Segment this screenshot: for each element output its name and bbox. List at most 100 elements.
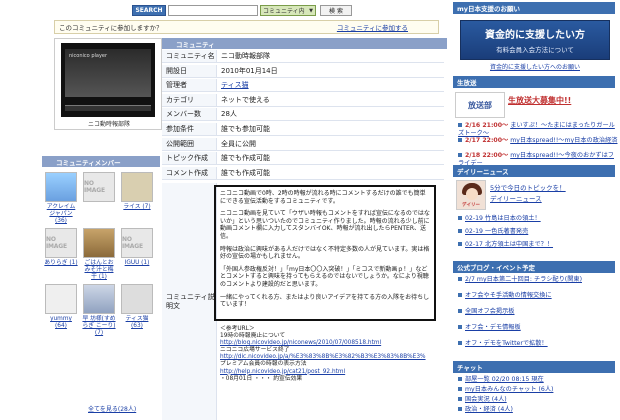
chat-item-text[interactable]: my日本みんなのチャット (6人) — [465, 386, 553, 393]
member-name[interactable]: IGUU (1) — [120, 260, 154, 267]
member-cell[interactable]: ティス猫 (63) — [120, 284, 154, 334]
member-avatar[interactable] — [45, 284, 77, 314]
chat-item[interactable]: 国会実況 (4人) — [458, 396, 618, 404]
event-item-text[interactable]: オフ会やそ手活動の情報交換に — [465, 292, 552, 299]
info-row: 参加条件 誰でも参加可能 — [162, 123, 444, 136]
member-avatar[interactable] — [121, 284, 153, 314]
event-item-text[interactable]: オフ会・デモ情報板 — [465, 324, 521, 331]
info-value: 28人 — [221, 110, 237, 119]
chat-header: チャット — [453, 361, 615, 373]
schedule-title[interactable]: my日本spread!!～my日本の政治経済 — [510, 137, 617, 144]
chat-item-text[interactable]: 国会実況 (4人) — [465, 396, 507, 403]
member-avatar[interactable]: NO IMAGE — [121, 228, 153, 258]
event-item[interactable]: オフ・デモをTwitterで拡散！ — [458, 340, 618, 348]
info-value: ニコ動時報部隊 — [221, 52, 270, 60]
event-item-text[interactable]: オフ・デモをTwitterで拡散！ — [465, 340, 548, 347]
info-key: 参加条件 — [162, 123, 217, 135]
all-members-link[interactable]: 全てを見る(28人) — [88, 404, 136, 413]
search-submit-button[interactable]: 検 索 — [320, 5, 352, 16]
info-key: 公開範囲 — [162, 137, 217, 150]
bullet-icon — [458, 407, 462, 411]
daily-news-item[interactable]: 02-19 竹島は日本の領土！ — [458, 215, 618, 223]
info-key: 管理者 — [162, 79, 217, 92]
banner-subtitle: 有料会員入会方法について — [496, 46, 574, 54]
join-question: このコミュニティに参加しますか？ — [59, 24, 163, 32]
chat-item-text[interactable]: 部屋一覧 02/20 08:15 現在 — [465, 376, 544, 383]
live-logo[interactable]: 放送部 — [455, 92, 505, 118]
bullet-icon — [458, 242, 462, 246]
community-thumbnail-box: niconico player ニコ動時報部隊 — [54, 38, 162, 130]
member-name[interactable]: 早 坊様(すめらぎ こーり) (7) — [82, 316, 116, 337]
event-item[interactable]: 全国オフ会掲示板 — [458, 308, 618, 316]
member-name[interactable]: アクレイムジャパン (36) — [44, 204, 78, 225]
daily-news-link[interactable]: デイリーニュース — [490, 193, 542, 203]
member-cell[interactable]: ライス (7) — [120, 172, 154, 222]
reference-text: ニコニコ広場サービス終了 — [220, 347, 290, 354]
live-schedule-item[interactable]: 2/16 21:00～ まいすぷ！～たまにはまったりガールズトーク～ — [458, 122, 618, 137]
member-avatar[interactable] — [83, 228, 115, 258]
search-input[interactable] — [168, 5, 258, 16]
member-cell[interactable]: NO IMAGE — [82, 172, 116, 222]
event-item[interactable]: 2/7 my日本第二十回目: チラシ配り(関東) — [458, 276, 618, 284]
reference-url[interactable]: http://help.nicovideo.jp/cat21/post_92.h… — [220, 369, 438, 376]
no-image-label: NO IMAGE — [46, 236, 67, 250]
live-schedule-item[interactable]: 2/17 22:00～ my日本spread!!～my日本の政治経済 — [458, 137, 618, 145]
reference-text: プレミアム会員の時報の表示方法 — [220, 361, 307, 368]
bullet-icon — [458, 123, 462, 127]
bullet-icon — [458, 229, 462, 233]
reference-text: ・08月01日 ・・・ 約宣伝効果 — [220, 375, 303, 382]
description-paragraph: 一緒にやってくれる方、またはより良いアイデアを持てる方の入隊をお待ちしています！ — [220, 293, 430, 309]
member-name[interactable]: ありらぎ (1) — [44, 260, 78, 267]
search-scope-select[interactable]: コミュニティ内 ▼ — [260, 5, 316, 16]
chat-item[interactable]: my日本みんなのチャット (6人) — [458, 386, 618, 394]
event-item-text[interactable]: 2/7 my日本第二十回目: チラシ配り(関東) — [465, 276, 582, 283]
event-item[interactable]: オフ会・デモ情報板 — [458, 324, 618, 332]
daily-news-item-text[interactable]: 02-17 北方領土は中国まで？！ — [465, 241, 553, 248]
info-value[interactable]: ティス猫 — [217, 80, 249, 90]
community-image[interactable]: niconico player — [61, 43, 155, 117]
daily-news-avatar-label: デイリー — [462, 203, 480, 208]
event-item-text[interactable]: 全国オフ会掲示板 — [465, 308, 515, 315]
info-key: コミュニティ名 — [162, 50, 217, 62]
chat-item[interactable]: 政治・経済 (4人) — [458, 406, 618, 414]
bullet-icon — [458, 138, 462, 142]
daily-news-item-text[interactable]: 02-19 竹島は日本の領土！ — [465, 215, 541, 222]
search-label-button[interactable]: SEARCH — [132, 5, 166, 16]
member-avatar[interactable]: NO IMAGE — [83, 172, 115, 202]
member-name[interactable]: ティス猫 (63) — [120, 316, 154, 330]
join-community-link[interactable]: コミュニティに参加する — [337, 22, 408, 32]
join-bar: このコミュニティに参加しますか？ コミュニティに参加する — [54, 20, 439, 34]
banner-title: 資金的に支援したい方 — [485, 30, 585, 41]
member-cell[interactable]: 早 坊様(すめらぎ こーり) (7) — [82, 284, 116, 337]
daily-news-item[interactable]: 02-19 一色氏著書発売 — [458, 228, 618, 236]
description-label: コミュニティ説明文 — [162, 183, 217, 420]
chat-item-text[interactable]: 政治・経済 (4人) — [465, 406, 513, 413]
info-value: 全員に公開 — [221, 139, 256, 148]
no-image-label: NO IMAGE — [84, 180, 105, 194]
member-cell[interactable]: アクレイムジャパン (36) — [44, 172, 78, 225]
member-cell[interactable]: NO IMAGE ありらぎ (1) — [44, 228, 78, 278]
description-box: ニコニコ動画で0時、2時の時報が流れる時にコメントするだけの誰でも簡単にできる宣… — [214, 185, 436, 321]
daily-news-item-text[interactable]: 02-19 一色氏著書発売 — [465, 228, 528, 235]
daily-news-tagline[interactable]: 5分で今日のトピックを！ — [490, 182, 566, 192]
member-name[interactable]: ライス (7) — [120, 204, 154, 211]
member-cell[interactable]: yummy (64) — [44, 284, 78, 334]
member-cell[interactable]: ごはんとおみそ汁と梅干 (1) — [82, 228, 116, 281]
event-item[interactable]: オフ会やそ手活動の情報交換に — [458, 292, 618, 300]
member-avatar[interactable]: NO IMAGE — [45, 228, 77, 258]
live-recruit-link[interactable]: 生放送大募集中!! — [508, 95, 571, 106]
member-cell[interactable]: NO IMAGE IGUU (1) — [120, 228, 154, 278]
member-avatar[interactable] — [83, 284, 115, 314]
support-banner[interactable]: 資金的に支援したい方 有料会員入会方法について — [460, 20, 610, 60]
member-avatar[interactable] — [121, 172, 153, 202]
member-avatar[interactable] — [45, 172, 77, 202]
info-row: カテゴリ ネットで使える — [162, 93, 444, 107]
member-name[interactable]: yummy (64) — [44, 316, 78, 330]
member-name[interactable]: ごはんとおみそ汁と梅干 (1) — [82, 260, 116, 281]
info-row: コミュニティ名 ニコ動時報部隊 — [162, 50, 444, 63]
support-link[interactable]: 資金的に支援したい方へのお願い — [460, 62, 610, 71]
daily-news-item[interactable]: 02-17 北方領土は中国まで？！ — [458, 241, 618, 249]
chat-item[interactable]: 部屋一覧 02/20 08:15 現在 — [458, 376, 618, 384]
daily-news-avatar[interactable]: デイリー — [456, 180, 486, 210]
schedule-time: 2/18 22:00～ — [465, 152, 509, 159]
